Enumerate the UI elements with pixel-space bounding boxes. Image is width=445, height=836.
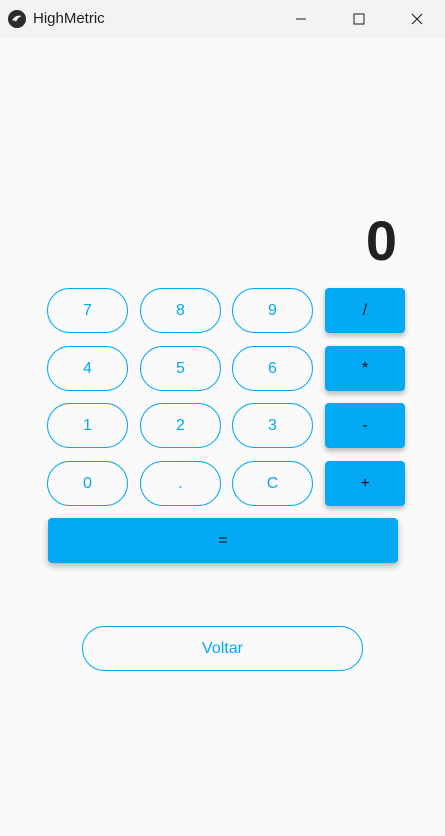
subtract-button[interactable]: - xyxy=(325,403,405,448)
minimize-button[interactable] xyxy=(272,0,330,38)
digit-1-button[interactable]: 1 xyxy=(47,403,128,448)
app-window: HighMetric 0 7 8 9 / 4 5 6 * 1 2 3 - 0 .… xyxy=(0,0,445,836)
minimize-icon xyxy=(296,18,306,20)
decimal-button[interactable]: . xyxy=(140,461,221,506)
digit-8-button[interactable]: 8 xyxy=(140,288,221,333)
digit-0-button[interactable]: 0 xyxy=(47,461,128,506)
equals-button[interactable]: = xyxy=(48,518,398,563)
digit-5-button[interactable]: 5 xyxy=(140,346,221,391)
digit-9-button[interactable]: 9 xyxy=(232,288,313,333)
clear-button[interactable]: C xyxy=(232,461,313,506)
close-button[interactable] xyxy=(388,0,445,38)
multiply-button[interactable]: * xyxy=(325,346,405,391)
window-title: HighMetric xyxy=(33,10,105,27)
digit-6-button[interactable]: 6 xyxy=(232,346,313,391)
digit-4-button[interactable]: 4 xyxy=(47,346,128,391)
digit-3-button[interactable]: 3 xyxy=(232,403,313,448)
close-icon xyxy=(411,13,423,25)
digit-2-button[interactable]: 2 xyxy=(140,403,221,448)
digit-7-button[interactable]: 7 xyxy=(47,288,128,333)
maximize-button[interactable] xyxy=(330,0,388,38)
calculator-display: 0 xyxy=(365,209,397,272)
add-button[interactable]: + xyxy=(325,461,405,506)
maximize-icon xyxy=(353,13,365,25)
kivy-icon xyxy=(8,10,26,28)
divide-button[interactable]: / xyxy=(325,288,405,333)
title-bar[interactable]: HighMetric xyxy=(0,0,445,38)
back-button[interactable]: Voltar xyxy=(82,626,363,671)
